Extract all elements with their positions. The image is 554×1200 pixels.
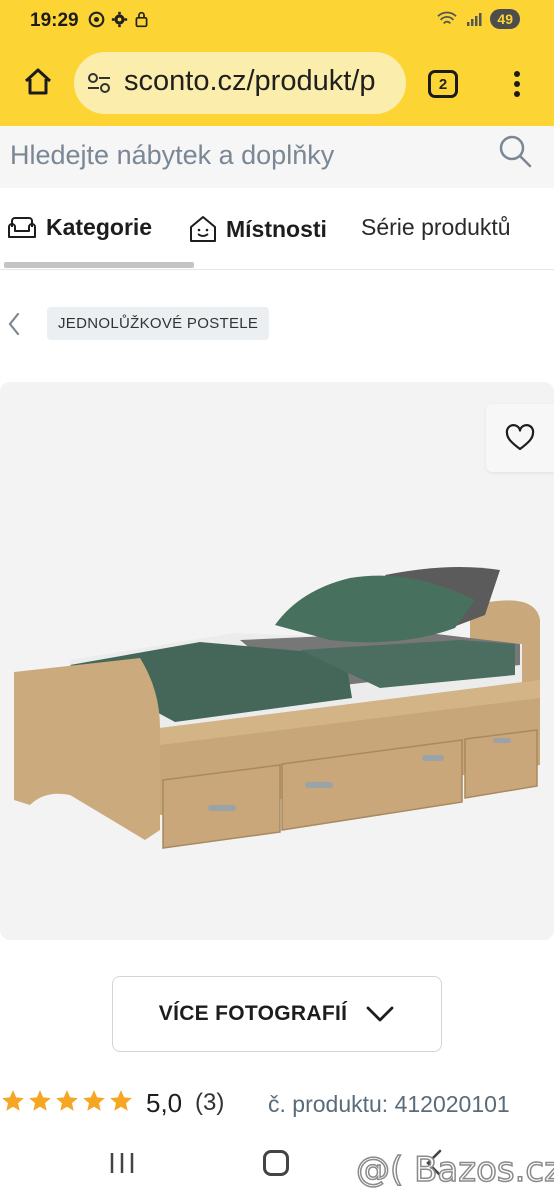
breadcrumb[interactable]: JEDNOLŮŽKOVÉ POSTELE — [47, 307, 270, 340]
tab-label: Místnosti — [226, 215, 327, 242]
watermark: @( Bazos.cz — [355, 1149, 554, 1191]
star-icon — [110, 1090, 132, 1111]
tabs-fade — [514, 202, 554, 252]
more-photos-button[interactable]: VÍCE FOTOGRAFIÍ — [112, 976, 442, 1052]
more-vert-icon — [514, 71, 520, 97]
url-bar[interactable]: sconto.cz/produkt/p — [74, 52, 406, 114]
product-code: č. produktu: 412020101 — [268, 1091, 510, 1117]
home-icon — [24, 68, 52, 95]
signal-icon — [467, 13, 482, 26]
back-button[interactable] — [2, 308, 26, 340]
favorite-button[interactable] — [486, 404, 554, 472]
tab-label: Kategorie — [46, 214, 153, 240]
browser-toolbar: sconto.cz/produkt/p 2 — [0, 42, 554, 126]
wifi-icon — [437, 11, 458, 25]
tab-switcher-button[interactable]: 2 — [428, 70, 458, 98]
search-icon[interactable] — [496, 132, 534, 170]
more-photos-label: VÍCE FOTOGRAFIÍ — [158, 1002, 348, 1025]
tab-label: Série produktů — [361, 214, 511, 240]
status-icons-right: 49 — [436, 9, 520, 29]
star-icon — [83, 1090, 105, 1111]
tab-mistnosti[interactable]: Místnosti — [188, 214, 327, 244]
url-text[interactable]: sconto.cz/produkt/p — [124, 65, 375, 98]
settings-icon — [111, 11, 128, 28]
tab-serie-produktu[interactable]: Série produktů — [361, 214, 511, 241]
chevron-left-icon — [8, 312, 20, 336]
rating-count[interactable]: (3) — [195, 1089, 224, 1117]
battery-icon: 49 — [490, 9, 520, 29]
rating-value: 5,0 — [146, 1088, 183, 1118]
browser-menu-button[interactable] — [502, 64, 532, 104]
status-time: 19:29 — [30, 10, 79, 31]
home-button[interactable] — [16, 60, 60, 104]
star-icon — [29, 1090, 51, 1111]
star-icon — [2, 1090, 24, 1111]
chrome-icon — [88, 11, 105, 28]
star-icon — [56, 1090, 78, 1111]
category-tabs: Kategorie Místnosti Série produktů — [0, 188, 554, 270]
search-input[interactable] — [10, 135, 480, 175]
chevron-down-icon — [366, 1006, 394, 1022]
rating-row: 5,0 (3) č. produktu: 412020101 — [0, 1086, 554, 1122]
search-bar — [0, 126, 554, 188]
heart-icon — [505, 424, 535, 451]
bed-image — [14, 566, 540, 849]
house-icon — [190, 216, 216, 242]
nav-home-icon[interactable] — [263, 1150, 289, 1176]
tune-icon[interactable] — [86, 71, 112, 95]
sofa-icon — [8, 216, 36, 238]
status-icons-left — [88, 11, 149, 28]
status-bar: 19:29 49 — [0, 0, 554, 42]
rating-stars[interactable] — [0, 1088, 134, 1114]
tab-kategorie[interactable]: Kategorie — [6, 214, 152, 241]
recent-apps-icon[interactable] — [108, 1150, 136, 1176]
lock-icon — [135, 11, 148, 28]
tab-indicator — [4, 262, 194, 268]
